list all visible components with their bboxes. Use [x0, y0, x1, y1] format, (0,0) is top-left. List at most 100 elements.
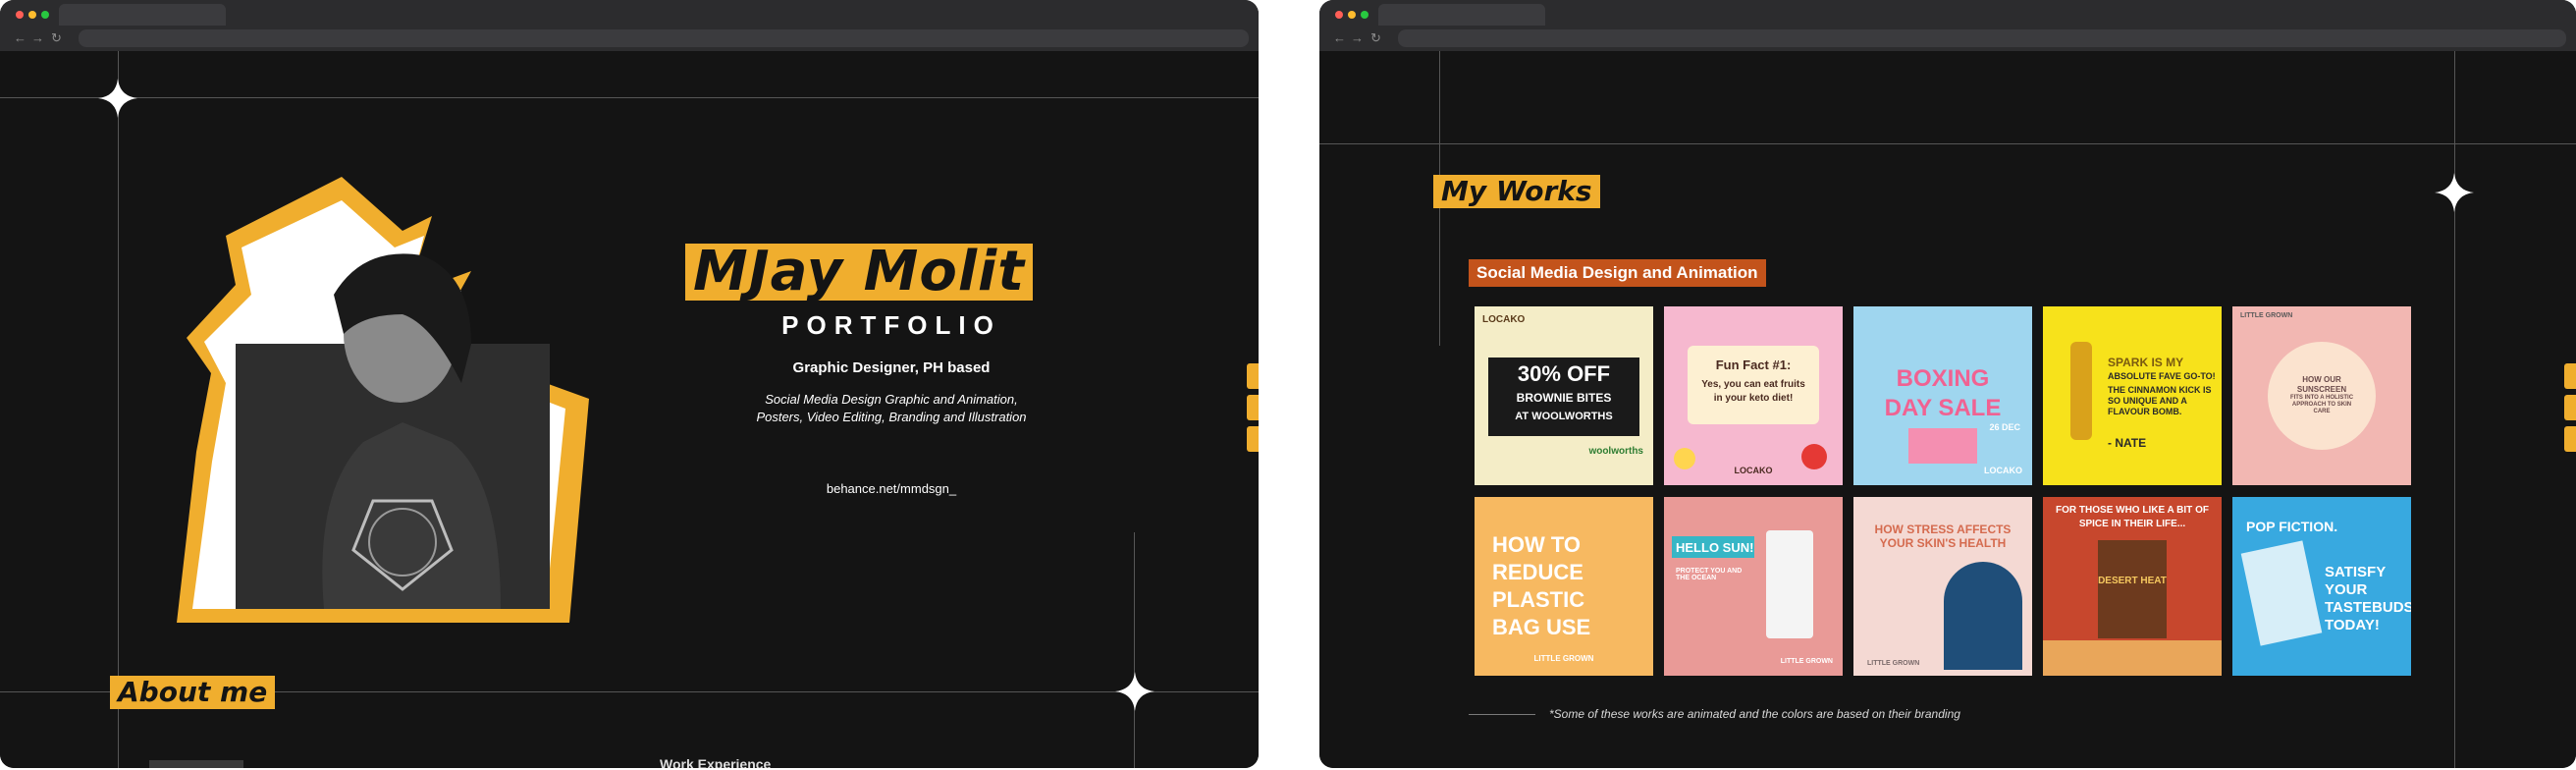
- maximize-window-button[interactable]: [1361, 11, 1368, 19]
- tile-brand: LOCAKO: [1482, 314, 1526, 325]
- tile-text: AT WOOLWORTHS: [1515, 411, 1613, 422]
- footnote-rule: [1469, 714, 1535, 715]
- address-bar[interactable]: [79, 29, 1249, 47]
- tile-text: Fun Fact #1:: [1715, 358, 1792, 372]
- desert-illustration: [2043, 640, 2222, 676]
- about-heading: About me: [110, 676, 276, 709]
- bottle-illustration: [2070, 342, 2092, 440]
- close-window-button[interactable]: [1335, 11, 1343, 19]
- work-tile[interactable]: HELLO SUN! PROTECT YOU AND THE OCEAN LIT…: [1664, 497, 1843, 676]
- tile-text: THE CINNAMON KICK IS SO UNIQUE AND A FLA…: [2108, 385, 2212, 416]
- tile-text: Yes, you can eat fruits: [1701, 379, 1805, 390]
- work-tile[interactable]: LITTLE GROWN HOW OUR SUNSCREEN FITS INTO…: [2232, 306, 2411, 485]
- section-heading-peek: Work Experience: [660, 756, 772, 768]
- side-tab[interactable]: [1247, 395, 1259, 420]
- tile-text: 30% OFF: [1517, 361, 1611, 386]
- footnote: *Some of these works are animated and th…: [1549, 707, 1960, 721]
- minimize-window-button[interactable]: [1348, 11, 1356, 19]
- tile-text: SPARK IS MY: [2108, 356, 2184, 369]
- works-heading: My Works: [1433, 175, 1600, 208]
- sparkle-icon: [2435, 173, 2474, 212]
- back-icon[interactable]: ←: [14, 31, 27, 45]
- tile-text: PLASTIC: [1492, 587, 1585, 612]
- work-tile[interactable]: Fun Fact #1: Yes, you can eat fruits in …: [1664, 306, 1843, 485]
- tile-text: BAG USE: [1492, 615, 1591, 639]
- side-tab[interactable]: [2564, 363, 2576, 389]
- tile-text: FOR THOSE WHO LIKE A BIT OF: [2056, 505, 2209, 516]
- tile-text: SPICE IN THEIR LIFE...: [2078, 519, 2186, 529]
- side-tab[interactable]: [1247, 363, 1259, 389]
- tile-brand: LITTLE GROWN: [1780, 658, 1833, 665]
- address-bar[interactable]: [1398, 29, 2566, 47]
- sparkle-icon: [98, 79, 137, 118]
- sparkle-icon: [1115, 672, 1154, 711]
- forward-icon[interactable]: →: [31, 31, 44, 45]
- work-tile[interactable]: FOR THOSE WHO LIKE A BIT OF SPICE IN THE…: [2043, 497, 2222, 676]
- works-grid: LOCAKO 30% OFF BROWNIE BITES AT WOOLWORT…: [1475, 306, 2413, 676]
- hero-description-line: Social Media Design Graphic and Animatio…: [765, 392, 1018, 407]
- minimize-window-button[interactable]: [28, 11, 36, 19]
- tile-text: TASTEBUDS: [2325, 599, 2411, 616]
- frame-line: [1134, 532, 1135, 768]
- tile-text: PROTECT YOU AND THE OCEAN: [1676, 568, 1743, 581]
- tile-text: POP FICTION.: [2246, 519, 2338, 534]
- tile-brand: LITTLE GROWN: [1867, 660, 1920, 667]
- tile-text: HELLO SUN!: [1676, 540, 1754, 555]
- behance-link[interactable]: behance.net/mmdsgn_: [685, 481, 1098, 496]
- tile-text: DAY SALE: [1884, 395, 2002, 421]
- tile-text: HOW TO: [1492, 532, 1582, 557]
- tile-text: SUNSCREEN: [2296, 385, 2347, 394]
- tile-brand: LITTLE GROWN: [1533, 654, 1594, 663]
- browser-tab[interactable]: [59, 4, 226, 26]
- tile-tag: - NATE: [2108, 436, 2147, 450]
- section-label: Social Media Design and Animation: [1469, 259, 1766, 287]
- work-tile[interactable]: HOW STRESS AFFECTS YOUR SKIN'S HEALTH LI…: [1853, 497, 2032, 676]
- product-bag-illustration: [2240, 540, 2323, 646]
- browser-toolbar: ← → ↻: [0, 0, 1259, 51]
- browser-tab[interactable]: [1378, 4, 1545, 26]
- tile-text: YOUR SKIN'S HEALTH: [1879, 536, 2007, 550]
- maximize-window-button[interactable]: [41, 11, 49, 19]
- work-tile[interactable]: SPARK IS MY ABSOLUTE FAVE GO-TO! THE CIN…: [2043, 306, 2222, 485]
- reload-icon[interactable]: ↻: [51, 31, 62, 45]
- side-tab[interactable]: [2564, 426, 2576, 452]
- back-icon[interactable]: ←: [1333, 31, 1346, 45]
- forward-icon[interactable]: →: [1351, 31, 1364, 45]
- portfolio-page-hero: MJay Molit PORTFOLIO Graphic Designer, P…: [0, 51, 1259, 768]
- side-tab[interactable]: [2564, 395, 2576, 420]
- tile-tag: woolworths: [1588, 446, 1643, 457]
- frame-line: [118, 51, 119, 768]
- about-photo-peek: [149, 760, 243, 768]
- close-window-button[interactable]: [16, 11, 24, 19]
- frame-line: [2454, 51, 2455, 768]
- portfolio-page-works: My Works Social Media Design and Animati…: [1319, 51, 2576, 768]
- tile-text: HOW OUR: [2302, 375, 2341, 384]
- tile-text: HOW STRESS AFFECTS: [1874, 522, 2012, 536]
- tile-brand: LITTLE GROWN: [2240, 312, 2293, 319]
- reload-icon[interactable]: ↻: [1370, 31, 1381, 45]
- tile-text: BOXING: [1896, 365, 1990, 392]
- person-illustration: [1944, 562, 2022, 670]
- lemon-illustration: [1674, 448, 1695, 469]
- tile-text: in your keto diet!: [1713, 393, 1794, 404]
- profile-photo: [177, 177, 589, 623]
- tile-tag: 26 DEC: [1989, 422, 2020, 432]
- strawberry-illustration: [1801, 444, 1827, 469]
- side-tab[interactable]: [1247, 426, 1259, 452]
- sunscreen-illustration: [1766, 530, 1813, 638]
- tile-text: DESERT HEAT: [2098, 576, 2167, 586]
- tile-brand: LOCAKO: [1984, 466, 2022, 475]
- browser-window-left: ← → ↻ MJay Molit PORTFOLIO Graphic Desig…: [0, 0, 1259, 768]
- work-tile[interactable]: BOXING DAY SALE 26 DEC LOCAKO: [1853, 306, 2032, 485]
- hero-description-line: Posters, Video Editing, Branding and Ill…: [756, 410, 1027, 424]
- tile-text: SATISFY: [2325, 564, 2387, 580]
- work-tile[interactable]: LOCAKO 30% OFF BROWNIE BITES AT WOOLWORT…: [1475, 306, 1653, 485]
- hero-name: MJay Molit: [685, 244, 1033, 301]
- gift-box-illustration: [1908, 428, 1977, 464]
- tile-text: FITS INTO A HOLISTIC APPROACH TO SKIN CA…: [2289, 395, 2354, 414]
- frame-line: [1319, 143, 2576, 144]
- work-tile[interactable]: POP FICTION. SATISFY YOUR TASTEBUDS TODA…: [2232, 497, 2411, 676]
- browser-toolbar: ← → ↻: [1319, 0, 2576, 51]
- hero-description: Social Media Design Graphic and Animatio…: [685, 391, 1098, 426]
- work-tile[interactable]: HOW TO REDUCE PLASTIC BAG USE LITTLE GRO…: [1475, 497, 1653, 676]
